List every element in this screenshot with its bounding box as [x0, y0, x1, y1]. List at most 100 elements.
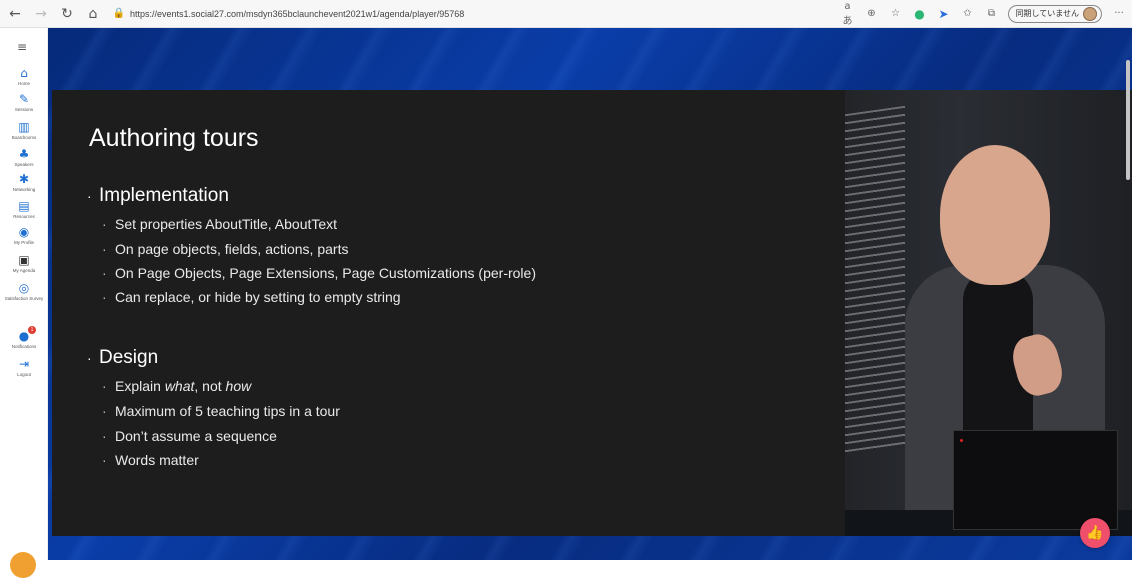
list-item-text: Words matter — [115, 452, 199, 468]
boardroom-icon: ▥ — [18, 120, 30, 134]
pencil-icon: ✎ — [18, 92, 30, 106]
bullet-icon: · — [102, 241, 107, 257]
sidebar-item-networking[interactable]: ✱ Networking — [0, 172, 48, 193]
sidebar-item-label: Home — [17, 81, 30, 86]
sidebar-item-label: Boardrooms — [11, 135, 37, 140]
bullet-icon: · — [102, 403, 107, 419]
list-item: · On page objects, fields, actions, parts — [102, 241, 348, 257]
more-icon[interactable]: ··· — [1112, 8, 1126, 19]
slide-title: Authoring tours — [89, 124, 259, 152]
list-item: · Set properties AboutTitle, AboutText — [102, 216, 337, 232]
section-heading-text: Design — [99, 347, 159, 368]
sidebar-item-boardrooms[interactable]: ▥ Boardrooms — [0, 120, 48, 141]
list-item: · Don’t assume a sequence — [102, 428, 277, 444]
sidebar-item-notifications[interactable]: ● 1 Notifications — [0, 326, 48, 350]
sidebar-item-label: Satisfaction Survey — [4, 296, 44, 301]
emphasis-how: how — [225, 378, 252, 394]
bullet-icon: · — [102, 452, 107, 468]
list-item: · Maximum of 5 teaching tips in a tour — [102, 403, 340, 419]
sidebar-item-my-agenda[interactable]: ▣ My Agenda — [0, 253, 48, 274]
speakers-icon: ♣ — [18, 147, 30, 161]
list-item: · Can replace, or hide by setting to empt… — [102, 289, 401, 305]
like-button[interactable]: 👍 — [1080, 518, 1110, 548]
sidebar-item-logout[interactable]: ⇥ Logout — [0, 357, 48, 378]
sidebar-item-my-profile[interactable]: ◉ My Profile — [0, 225, 48, 246]
thumbs-up-icon: 👍 — [1086, 525, 1104, 541]
favorites-icon[interactable]: ✩ — [960, 8, 974, 19]
list-item-text: Maximum of 5 teaching tips in a tour — [115, 403, 340, 419]
toolbar-actions: aあ ⊕ ☆ ● ➤ ✩ ⧉ 同期していません ··· — [840, 1, 1126, 27]
sidebar-item-label: Logout — [17, 372, 31, 377]
list-item: · Explain what, not how — [102, 378, 251, 394]
video-player[interactable]: Authoring tours · Implementation · Set pro… — [48, 28, 1132, 560]
forward-icon[interactable]: → — [30, 3, 52, 25]
list-item-text-pre: Explain — [115, 378, 165, 394]
refresh-icon[interactable]: ↻ — [56, 3, 78, 25]
list-item-text: On page objects, fields, actions, parts — [115, 241, 349, 257]
background-lights — [845, 105, 905, 455]
sidebar-item-label: Resources — [13, 214, 35, 219]
section-heading: · Design — [87, 347, 158, 369]
menu-icon[interactable]: ≡ — [17, 40, 27, 54]
resources-icon: ▤ — [18, 199, 30, 213]
app-sidebar: ≡ ⌂ Home ✎ Sessions ▥ Boardrooms ♣ Speak… — [0, 28, 48, 578]
chat-bubble-icon[interactable] — [10, 552, 36, 578]
survey-icon: ◎ — [18, 281, 30, 295]
profile-icon: ◉ — [18, 225, 30, 239]
bullet-icon: · — [102, 216, 107, 232]
add-favorite-icon[interactable]: ☆ — [888, 8, 902, 19]
home-icon[interactable]: ⌂ — [82, 3, 104, 25]
address-bar[interactable]: 🔒 https://events1.social27.com/msdyn365b… — [112, 3, 840, 25]
sidebar-item-label: My Profile — [13, 240, 34, 245]
sidebar-item-label: Speakers — [14, 162, 34, 167]
list-item-text: Can replace, or hide by setting to empty… — [115, 289, 401, 305]
sidebar-item-sessions[interactable]: ✎ Sessions — [0, 92, 48, 113]
sync-status-label: 同期していません — [1015, 9, 1079, 18]
address-url[interactable]: https://events1.social27.com/msdyn365bcl… — [130, 9, 464, 19]
back-icon[interactable]: ← — [4, 3, 26, 25]
sidebar-item-home[interactable]: ⌂ Home — [0, 66, 48, 87]
sidebar-item-label: Sessions — [14, 107, 34, 112]
sidebar-item-speakers[interactable]: ♣ Speakers — [0, 147, 48, 168]
presentation-slide: Authoring tours · Implementation · Set pro… — [52, 90, 847, 536]
profile-sync-button[interactable]: 同期していません — [1008, 4, 1102, 23]
agenda-icon: ▣ — [18, 253, 30, 267]
networking-icon: ✱ — [18, 172, 30, 186]
notification-badge: 1 — [28, 326, 36, 334]
collections-icon[interactable]: ⧉ — [984, 8, 998, 19]
bullet-icon: · — [87, 188, 92, 204]
section-heading-text: Implementation — [99, 185, 229, 206]
sidebar-item-label: Notifications — [11, 344, 37, 349]
laptop-led — [960, 439, 963, 442]
list-item-text: Set properties AboutTitle, AboutText — [115, 216, 338, 232]
list-item-text: Don’t assume a sequence — [115, 428, 277, 444]
browser-toolbar: ← → ↻ ⌂ 🔒 https://events1.social27.com/m… — [0, 0, 1132, 28]
read-aloud-icon[interactable]: aあ — [840, 1, 854, 27]
list-item-text-mid: , not — [194, 378, 226, 394]
list-item-text: On Page Objects, Page Extensions, Page C… — [115, 265, 536, 281]
scrollbar[interactable] — [1126, 60, 1130, 180]
sidebar-item-label: Networking — [12, 187, 36, 192]
extension-green-icon[interactable]: ● — [912, 7, 926, 21]
logout-icon: ⇥ — [18, 357, 30, 371]
bullet-icon: · — [87, 350, 92, 366]
speaker-head — [940, 145, 1050, 285]
lock-icon[interactable]: 🔒 — [112, 7, 126, 21]
home-icon: ⌂ — [20, 66, 28, 80]
speaker-video — [845, 90, 1132, 536]
zoom-icon[interactable]: ⊕ — [864, 8, 878, 19]
list-item: · On Page Objects, Page Extensions, Page … — [102, 265, 536, 281]
laptop — [953, 430, 1118, 530]
section-heading: · Implementation — [87, 185, 229, 207]
bullet-icon: · — [102, 289, 107, 305]
extension-blue-icon[interactable]: ➤ — [936, 7, 950, 21]
profile-avatar — [1083, 6, 1097, 21]
bullet-icon: · — [102, 378, 107, 394]
bullet-icon: · — [102, 265, 107, 281]
bullet-icon: · — [102, 428, 107, 444]
emphasis-what: what — [164, 378, 195, 394]
sidebar-item-label: My Agenda — [12, 268, 36, 273]
sidebar-item-resources[interactable]: ▤ Resources — [0, 199, 48, 220]
list-item: · Words matter — [102, 452, 199, 468]
sidebar-item-satisfaction-survey[interactable]: ◎ Satisfaction Survey — [0, 281, 48, 302]
